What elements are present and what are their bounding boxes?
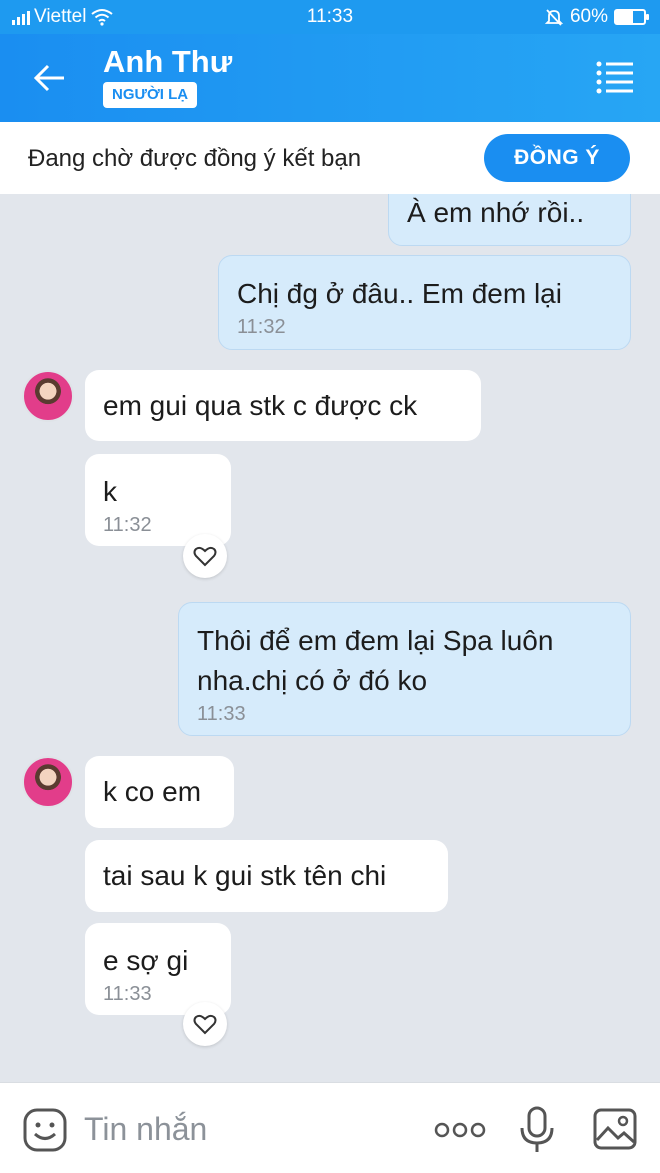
message-bubble-outgoing[interactable]: À em nhớ rồi.. — [388, 194, 631, 246]
message-bubble-incoming[interactable]: k co em — [85, 756, 234, 828]
message-input-bar — [0, 1082, 660, 1173]
message-text-line-2: nha.chị có ở đó ko — [197, 665, 428, 696]
message-bubble-incoming[interactable]: e sợ gi 11:33 — [85, 923, 231, 1015]
accept-button[interactable]: ĐỒNG Ý — [484, 134, 630, 182]
image-icon — [593, 1108, 637, 1150]
chat-header: Anh Thư NGƯỜI LẠ — [0, 34, 660, 122]
more-icon — [434, 1122, 486, 1138]
menu-icon — [596, 61, 633, 94]
message-text: e sợ gi — [103, 945, 189, 976]
message-text: À em nhớ rồi.. — [407, 197, 585, 228]
chat-area[interactable]: À em nhớ rồi.. Chị đg ở đâu.. Em đem lại… — [0, 194, 660, 1082]
heart-icon — [193, 546, 217, 567]
status-right: 60% — [544, 6, 649, 28]
menu-button[interactable] — [596, 60, 634, 94]
arrow-left-icon — [33, 64, 64, 92]
contact-name[interactable]: Anh Thư — [103, 44, 232, 80]
message-bubble-incoming[interactable]: tai sau k gui stk tên chi — [85, 840, 448, 912]
message-bubble-incoming[interactable]: k 11:32 — [85, 454, 231, 546]
stranger-badge: NGƯỜI LẠ — [103, 82, 198, 108]
message-time: 11:32 — [237, 316, 286, 338]
back-button[interactable] — [28, 58, 68, 98]
message-bubble-outgoing[interactable]: Thôi để em đem lại Spa luôn nha.chị có ở… — [178, 602, 631, 736]
battery-percent: 60% — [569, 6, 608, 27]
message-text: tai sau k gui stk tên chi — [103, 860, 387, 891]
message-text: em gui qua stk c được ck — [103, 390, 418, 421]
message-input[interactable] — [84, 1109, 404, 1149]
sticker-button[interactable] — [22, 1107, 68, 1153]
message-text: Chị đg ở đâu.. Em đem lại — [237, 278, 562, 309]
bell-muted-icon — [544, 9, 564, 26]
microphone-button[interactable] — [518, 1105, 556, 1155]
heart-icon — [193, 1014, 217, 1035]
friend-request-banner: Đang chờ được đồng ý kết bạn ĐỒNG Ý — [0, 122, 660, 194]
avatar[interactable] — [22, 370, 74, 422]
heart-reaction-button[interactable] — [183, 1002, 227, 1046]
microphone-icon — [520, 1106, 554, 1152]
message-text: k — [103, 476, 117, 507]
pending-text: Đang chờ được đồng ý kết bạn — [28, 145, 362, 172]
message-time: 11:32 — [103, 514, 152, 536]
message-text: k co em — [103, 776, 202, 807]
avatar[interactable] — [22, 756, 74, 808]
image-button[interactable] — [592, 1107, 638, 1151]
message-time: 11:33 — [197, 703, 246, 725]
battery-icon — [614, 9, 649, 25]
more-button[interactable] — [433, 1113, 487, 1147]
status-bar: Viettel 11:33 60% — [0, 0, 660, 34]
message-bubble-outgoing[interactable]: Chị đg ở đâu.. Em đem lại 11:32 — [218, 255, 631, 350]
message-text-line-1: Thôi để em đem lại Spa luôn — [197, 625, 554, 656]
sticker-icon — [23, 1108, 67, 1152]
message-bubble-incoming[interactable]: em gui qua stk c được ck — [85, 370, 481, 441]
heart-reaction-button[interactable] — [183, 534, 227, 578]
